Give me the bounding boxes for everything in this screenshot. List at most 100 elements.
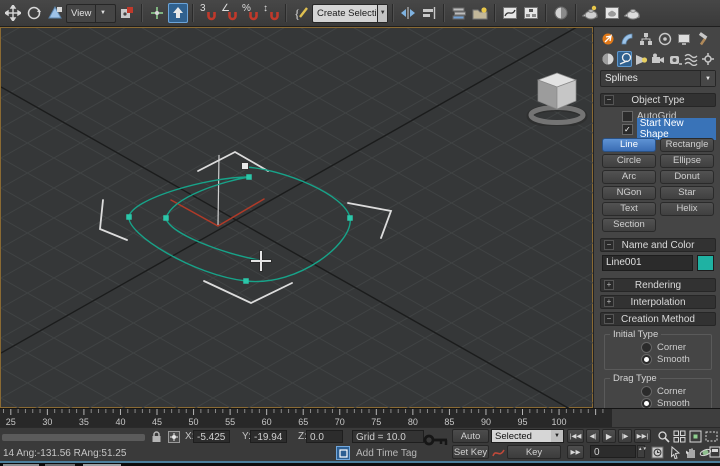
pan-arrow-icon[interactable] [668, 445, 682, 459]
category-space-warps-icon[interactable] [684, 51, 700, 67]
rendered-frame-window-icon[interactable] [602, 3, 622, 23]
go-to-start-button[interactable]: |◀◀ [567, 429, 584, 443]
maximize-viewport-icon[interactable] [709, 445, 720, 459]
radio-icon[interactable] [641, 386, 652, 397]
previous-frame-button[interactable]: ◀| [586, 429, 600, 443]
spline-category-dropdown[interactable]: Splines ▼ [600, 70, 716, 87]
object-type-button-section[interactable]: Section [602, 218, 656, 232]
time-configuration-icon[interactable] [650, 445, 664, 459]
perspective-viewport[interactable] [0, 27, 593, 408]
tab-display-icon[interactable] [676, 31, 692, 47]
object-type-button-line[interactable]: Line [602, 138, 656, 152]
pan-hand-icon[interactable] [684, 445, 698, 459]
tab-motion-icon[interactable] [657, 31, 673, 47]
edit-named-selection-sets-icon[interactable]: { [291, 3, 311, 23]
tab-hierarchy-icon[interactable] [638, 31, 654, 47]
y-coordinate-field[interactable]: -19.94 [250, 430, 287, 443]
object-type-button-ngon[interactable]: NGon [602, 186, 656, 200]
percent-snap-toggle-icon[interactable]: % [240, 3, 260, 23]
select-scale-icon[interactable] [45, 3, 65, 23]
chevron-down-icon[interactable]: ▼ [551, 430, 563, 442]
initial-type-corner[interactable]: Corner [641, 342, 709, 353]
object-color-swatch[interactable] [697, 255, 714, 271]
spinner-snap-toggle-icon[interactable]: ↕ [261, 3, 281, 23]
object-type-button-ellipse[interactable]: Ellipse [660, 154, 714, 168]
frame-spinner[interactable]: ▲▼ [637, 445, 645, 458]
category-shapes-icon[interactable] [617, 51, 633, 67]
absolute-offset-mode-icon[interactable] [167, 430, 181, 444]
tab-modify-icon[interactable] [619, 31, 635, 47]
isolate-toggle-icon[interactable] [336, 446, 350, 460]
tab-utilities-icon[interactable] [695, 31, 711, 47]
rollout-object-type[interactable]: − Object Type [600, 93, 716, 107]
z-coordinate-field[interactable]: 0.0 [306, 430, 343, 443]
keyboard-shortcut-override-toggle[interactable] [168, 3, 188, 23]
layer-manager-icon[interactable] [449, 3, 469, 23]
set-key-button[interactable]: Set Key [452, 445, 489, 459]
chevron-down-icon[interactable]: ▼ [377, 5, 387, 22]
graphite-modeling-ribbon-icon[interactable] [470, 3, 490, 23]
x-coordinate-field[interactable]: -5.425 [193, 430, 230, 443]
viewcube[interactable] [525, 60, 589, 126]
category-geometry-icon[interactable] [600, 51, 616, 67]
render-setup-icon[interactable] [581, 3, 601, 23]
category-cameras-icon[interactable] [650, 51, 666, 67]
key-filters-button[interactable]: Key Filters... [507, 445, 561, 459]
add-time-tag[interactable]: Add Time Tag [356, 447, 417, 460]
reference-coordinate-dropdown[interactable]: View ▼ [66, 4, 116, 23]
object-type-button-text[interactable]: Text [602, 202, 656, 216]
angle-snap-toggle-icon[interactable]: ∠ [219, 3, 239, 23]
zoom-all-icon[interactable] [672, 429, 686, 443]
select-rotate-icon[interactable] [24, 3, 44, 23]
radio-icon[interactable] [641, 342, 652, 353]
rollout-name-and-color[interactable]: − Name and Color [600, 238, 716, 252]
drag-type-corner[interactable]: Corner [641, 386, 709, 397]
snap-toggle-3d-icon[interactable]: 3 [198, 3, 218, 23]
next-frame-button[interactable]: |▶ [618, 429, 632, 443]
zoom-icon[interactable] [656, 429, 670, 443]
category-lights-icon[interactable] [633, 51, 649, 67]
object-name-input[interactable]: Line001 [602, 255, 693, 271]
go-to-end-button[interactable]: ▶▶| [634, 429, 651, 443]
category-systems-icon[interactable] [700, 51, 716, 67]
zoom-region-icon[interactable] [704, 429, 718, 443]
select-and-manipulate-icon[interactable] [147, 3, 167, 23]
object-type-button-arc[interactable]: Arc [602, 170, 656, 184]
named-selection-set-dropdown[interactable]: Create Selection Se ▼ [312, 4, 388, 23]
zoom-extents-icon[interactable] [688, 429, 702, 443]
use-pivot-point-center-icon[interactable] [117, 3, 137, 23]
schematic-view-icon[interactable] [521, 3, 541, 23]
chevron-down-icon[interactable]: ▼ [700, 71, 715, 86]
object-type-button-rectangle[interactable]: Rectangle [660, 138, 714, 152]
key-curve-icon[interactable] [492, 446, 505, 459]
category-helpers-icon[interactable] [667, 51, 683, 67]
align-icon[interactable] [419, 3, 439, 23]
curve-editor-icon[interactable] [500, 3, 520, 23]
selection-lock-icon[interactable] [150, 430, 163, 444]
svg-text:35: 35 [79, 417, 89, 427]
autogrid-checkbox[interactable] [622, 111, 633, 122]
material-editor-icon[interactable] [551, 3, 571, 23]
viewport-canvas[interactable] [1, 28, 594, 414]
selection-filter-dropdown[interactable]: Selected ▼ [491, 429, 564, 443]
auto-key-button[interactable]: Auto Key [452, 429, 489, 443]
play-button[interactable]: ▶ [602, 429, 616, 443]
initial-type-smooth[interactable]: Smooth [641, 354, 709, 365]
render-production-icon[interactable] [623, 3, 643, 23]
track-bar-timeline[interactable]: 253035404550556065707580859095100 [0, 408, 612, 428]
key-mode-toggle[interactable]: ▶▶ [567, 445, 584, 459]
object-type-button-star[interactable]: Star [660, 186, 714, 200]
select-move-icon[interactable] [3, 3, 23, 23]
start-new-shape-checkbox[interactable]: ✓ [622, 124, 633, 135]
rollout-rendering[interactable]: + Rendering [600, 278, 716, 292]
object-type-button-circle[interactable]: Circle [602, 154, 656, 168]
current-frame-field[interactable]: 0 [590, 445, 636, 458]
radio-icon[interactable] [641, 354, 652, 365]
rollout-creation-method[interactable]: − Creation Method [600, 312, 716, 326]
object-type-button-donut[interactable]: Donut [660, 170, 714, 184]
rollout-interpolation[interactable]: + Interpolation [600, 295, 716, 309]
chevron-down-icon[interactable]: ▼ [95, 5, 109, 22]
object-type-button-helix[interactable]: Helix [660, 202, 714, 216]
mirror-icon[interactable] [398, 3, 418, 23]
tab-create-icon[interactable] [600, 31, 616, 47]
